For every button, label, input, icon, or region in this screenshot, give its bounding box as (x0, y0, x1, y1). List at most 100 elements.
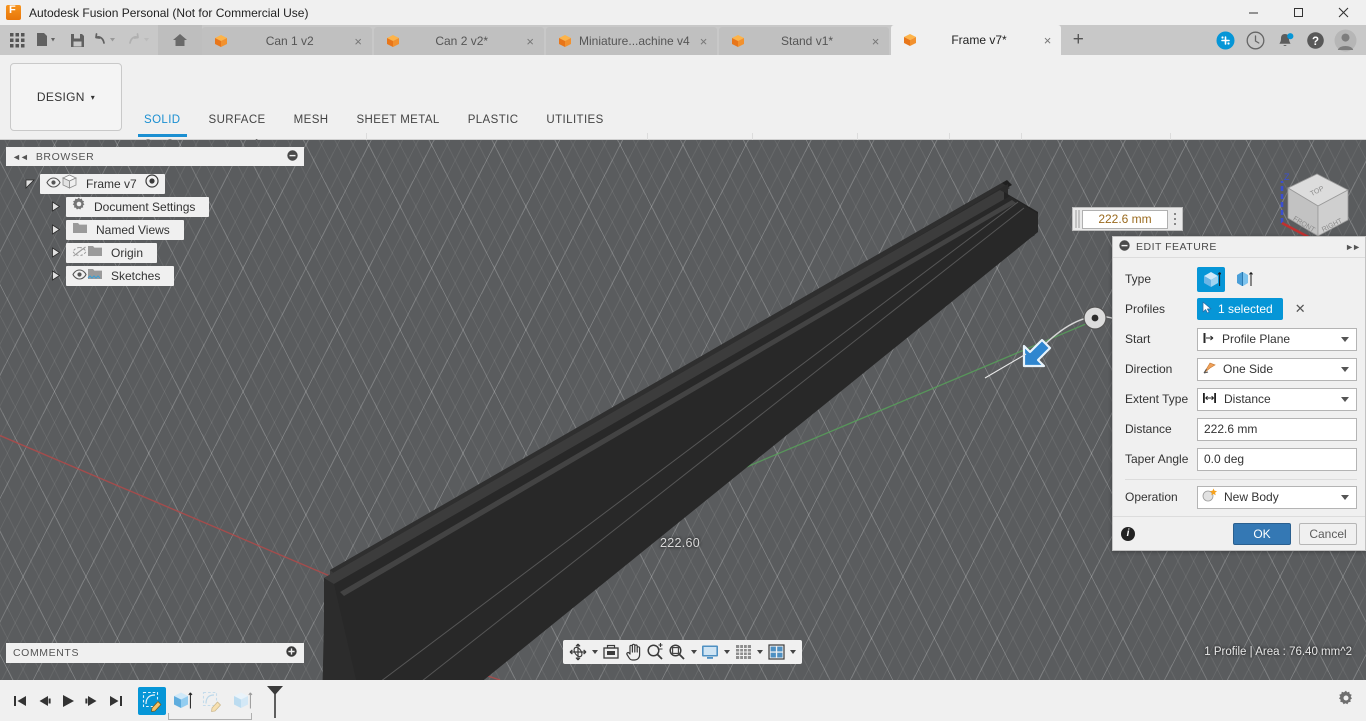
redo-icon[interactable] (124, 25, 158, 55)
ribbon-tab-utilities[interactable]: UTILITIES (532, 114, 617, 133)
extrude-feature-2-icon[interactable] (228, 687, 256, 715)
zoom-icon[interactable] (644, 641, 666, 663)
grid-snaps-dropdown-icon[interactable] (754, 641, 765, 663)
start-dropdown[interactable]: Profile Plane (1197, 327, 1357, 351)
timeline-marker-icon[interactable] (266, 685, 284, 721)
expander-expanded-icon[interactable] (24, 178, 36, 190)
viewports-icon[interactable] (765, 641, 787, 663)
close-icon[interactable] (1321, 0, 1366, 25)
ribbon-tab-sheet-metal[interactable]: SHEET METAL (342, 114, 453, 133)
step-back-icon[interactable] (32, 686, 56, 716)
display-settings-dropdown-icon[interactable] (721, 641, 732, 663)
dimension-value-field[interactable]: 222.6 mm (1082, 209, 1168, 229)
doc-tab-3[interactable]: Stand v1* × (719, 27, 890, 55)
viewports-dropdown-icon[interactable] (787, 641, 798, 663)
add-comment-icon[interactable] (286, 646, 297, 660)
ribbon-tab-surface[interactable]: SURFACE (195, 114, 280, 133)
grid-snaps-icon[interactable] (732, 641, 754, 663)
orbit-icon[interactable] (567, 641, 589, 663)
profile-plane-icon (1202, 331, 1216, 348)
extrude-profile-icon[interactable] (1197, 266, 1225, 292)
info-icon[interactable]: i (1121, 526, 1135, 541)
extrude-feature-icon[interactable] (168, 687, 196, 715)
extent-type-dropdown[interactable]: Distance (1197, 387, 1357, 411)
ribbon-tab-solid[interactable]: SOLID (130, 114, 195, 137)
clear-selection-icon[interactable]: ✕ (1295, 301, 1306, 317)
expander-collapsed-icon[interactable] (50, 201, 62, 213)
doc-tab-2[interactable]: Miniature...achine v4 × (546, 27, 718, 55)
home-icon[interactable] (158, 25, 202, 55)
edit-sketch-feature-icon[interactable] (138, 686, 166, 715)
browser-item-sketches[interactable]: Sketches (28, 264, 304, 287)
expander-collapsed-icon[interactable] (50, 270, 62, 282)
step-forward-icon[interactable] (80, 686, 104, 716)
fit-dropdown-icon[interactable] (688, 641, 699, 663)
orbit-dropdown-icon[interactable] (589, 641, 600, 663)
maximize-icon[interactable] (1276, 0, 1321, 25)
direction-dropdown[interactable]: One Side (1197, 357, 1357, 381)
chevron-down-icon[interactable] (1341, 396, 1349, 402)
extrude-edge-icon[interactable] (1229, 267, 1257, 292)
doc-tab-close-icon[interactable]: × (526, 35, 534, 48)
dimension-input-box[interactable]: 222.6 mm (1072, 207, 1183, 231)
distance-input[interactable]: 222.6 mm (1197, 417, 1357, 441)
doc-tab-close-icon[interactable]: × (354, 35, 362, 48)
browser-item-frame-v7[interactable]: Frame v7 (25, 172, 304, 195)
new-tab-button[interactable]: + (1063, 25, 1093, 55)
expander-collapsed-icon[interactable] (50, 247, 62, 259)
doc-tab-4[interactable]: Frame v7* × (891, 25, 1062, 55)
file-icon[interactable] (30, 25, 64, 55)
panel-minimize-icon[interactable] (287, 149, 298, 164)
profiles-selection-chip[interactable]: 1 selected (1197, 298, 1283, 320)
ok-button[interactable]: OK (1233, 522, 1291, 545)
browser-item-origin[interactable]: Origin (28, 241, 304, 264)
more-options-icon[interactable] (1168, 213, 1182, 225)
browser-item-document-settings[interactable]: Document Settings (28, 195, 304, 218)
go-to-beginning-icon[interactable] (8, 686, 32, 716)
extensions-icon[interactable] (1210, 25, 1240, 55)
comments-panel[interactable]: COMMENTS (6, 643, 304, 663)
operation-dropdown[interactable]: New Body (1197, 485, 1357, 509)
doc-tab-close-icon[interactable]: × (872, 35, 880, 48)
doc-tab-close-icon[interactable]: × (1044, 34, 1052, 47)
look-at-icon[interactable] (600, 641, 622, 663)
chevron-down-icon[interactable] (1341, 336, 1349, 342)
doc-tab-0[interactable]: Can 1 v2 × (202, 27, 372, 55)
sketch-feature-icon[interactable] (198, 687, 226, 715)
save-icon[interactable] (64, 25, 90, 55)
ribbon-tab-plastic[interactable]: PLASTIC (454, 114, 533, 133)
browser-item-chip: Named Views (66, 219, 184, 240)
display-settings-icon[interactable] (699, 641, 721, 663)
activate-component-icon[interactable] (145, 174, 159, 193)
ribbon-tab-mesh[interactable]: MESH (280, 114, 343, 133)
chevron-down-icon[interactable] (1341, 494, 1349, 500)
go-to-end-icon[interactable] (104, 686, 128, 716)
expander-collapsed-icon[interactable] (50, 224, 62, 236)
collapse-left-icon[interactable]: ◄◄ (12, 152, 29, 162)
browser-item-named-views[interactable]: Named Views (28, 218, 304, 241)
dialog-collapse-icon[interactable] (1119, 240, 1130, 254)
doc-tab-close-icon[interactable]: × (700, 35, 708, 48)
app-grid-icon[interactable] (4, 25, 30, 55)
chevron-down-icon[interactable] (1341, 366, 1349, 372)
account-avatar-icon[interactable] (1330, 25, 1360, 55)
help-icon[interactable]: ? (1300, 25, 1330, 55)
view-cube[interactable]: Z X TOP FRONT RIGHT (1260, 148, 1360, 248)
doc-tab-1[interactable]: Can 2 v2* × (374, 27, 544, 55)
cancel-button[interactable]: Cancel (1299, 522, 1357, 545)
dialog-expand-icon[interactable]: ►► (1345, 242, 1361, 252)
visibility-eye-icon[interactable] (72, 267, 87, 285)
visibility-eye-icon[interactable] (46, 175, 61, 193)
gear-icon[interactable] (1338, 690, 1354, 711)
minimize-icon[interactable] (1231, 0, 1276, 25)
job-status-icon[interactable] (1240, 25, 1270, 55)
notifications-icon[interactable] (1270, 25, 1300, 55)
visibility-hidden-eye-icon[interactable] (72, 244, 87, 262)
taper-angle-input[interactable]: 0.0 deg (1197, 447, 1357, 471)
workspace-switcher[interactable]: DESIGN ▾ (10, 63, 122, 131)
undo-icon[interactable] (90, 25, 124, 55)
play-icon[interactable] (56, 686, 80, 716)
pan-icon[interactable] (622, 641, 644, 663)
drag-grip-icon[interactable] (1073, 208, 1082, 230)
fit-icon[interactable] (666, 641, 688, 663)
